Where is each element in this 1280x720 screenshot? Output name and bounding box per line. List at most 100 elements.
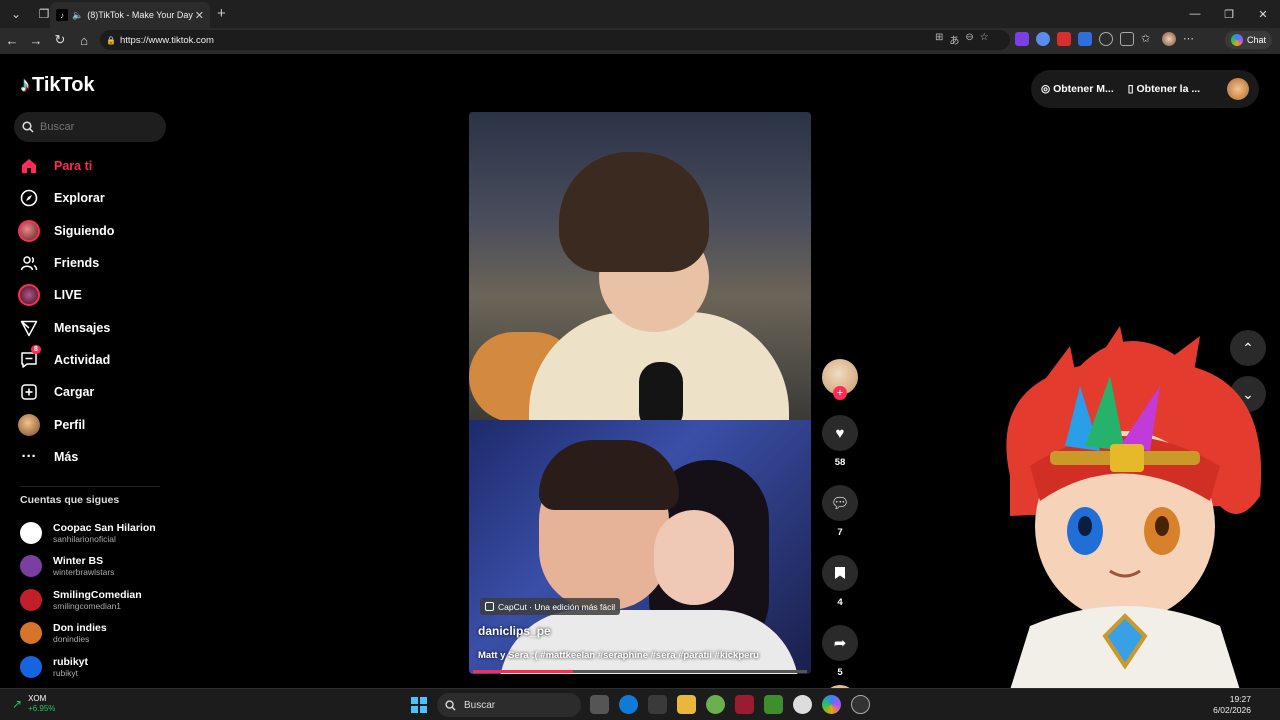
edge-icon[interactable] xyxy=(619,695,638,714)
video-author[interactable]: daniclips_pe xyxy=(478,624,551,638)
share-arrow-icon: ➦ xyxy=(833,635,847,652)
copilot-icon[interactable] xyxy=(822,695,841,714)
app-icon[interactable] xyxy=(706,695,725,714)
capcut-icon xyxy=(485,602,494,611)
search-box[interactable] xyxy=(14,112,166,142)
menu-item-actividad[interactable]: 8 Actividad xyxy=(16,344,166,376)
menu-item-siguiendo[interactable]: Siguiendo xyxy=(16,215,166,247)
taskbar-search[interactable]: Buscar xyxy=(437,693,581,717)
tiktok-note-icon: ♪ xyxy=(20,74,30,96)
system-clock[interactable]: 19:27 6/02/2026 xyxy=(1213,694,1251,716)
bookmark-icon xyxy=(835,567,845,579)
extensions-puzzle-icon[interactable] xyxy=(1120,32,1134,46)
forward-icon[interactable]: → xyxy=(24,33,48,48)
following-item[interactable]: Coopac San Hilarion sanhilarionoficial xyxy=(20,516,180,550)
address-bar[interactable]: 🔒 https://www.tiktok.com xyxy=(100,30,1010,50)
favorite-star-icon[interactable]: ☆ xyxy=(980,32,989,47)
get-coins-label: Obtener M... xyxy=(1053,83,1114,95)
extension-icon[interactable] xyxy=(1036,32,1050,46)
refresh-icon[interactable]: ↻ xyxy=(48,32,72,48)
close-window-icon[interactable]: ✕ xyxy=(1246,0,1280,28)
share-action: ➦ 5 xyxy=(822,625,858,679)
sidebar-divider xyxy=(20,486,160,487)
app-icon[interactable] xyxy=(793,695,812,714)
app-icon[interactable]: ⊞ xyxy=(935,32,943,47)
video-actions: + ♥ 58 💬︎ 7 4 ➦ 5 xyxy=(822,359,858,719)
account-name: Winter BS xyxy=(53,555,104,568)
send-icon xyxy=(16,315,42,341)
stock-symbol: XOM xyxy=(28,694,47,703)
hair-shape xyxy=(539,440,679,510)
minecraft-icon[interactable] xyxy=(764,695,783,714)
following-item[interactable]: SmilingComedian smilingcomedian1 xyxy=(20,583,180,617)
app-icon[interactable] xyxy=(851,695,870,714)
comment-count: 7 xyxy=(837,527,843,538)
browser-tab[interactable]: ♪ 🔈 (8)TikTok - Make Your Day ✕ xyxy=(50,2,210,28)
menu-item-cargar[interactable]: Cargar xyxy=(16,376,166,408)
translate-extension-icon[interactable] xyxy=(1078,32,1092,46)
extension-icon[interactable] xyxy=(1015,32,1029,46)
capcut-tag[interactable]: CapCut · Una edición más fácil xyxy=(480,598,621,615)
audio-playing-icon[interactable]: 🔈 xyxy=(72,10,83,21)
tab-list-icon[interactable]: ⌄ xyxy=(4,2,28,26)
comment-icon: 💬︎ xyxy=(830,495,850,512)
copilot-chat-button[interactable]: Chat xyxy=(1224,31,1272,49)
menu-item-para-ti[interactable]: Para ti xyxy=(16,150,166,182)
minimize-icon[interactable]: — xyxy=(1178,0,1212,28)
tiktok-logo[interactable]: ♪ TikTok xyxy=(20,74,95,97)
get-app-button[interactable]: ▯ Obtener la ... xyxy=(1128,83,1200,95)
menu-item-explorar[interactable]: Explorar xyxy=(16,182,166,214)
browser-tab-bar: ⌄ ❐ ♪ 🔈 (8)TikTok - Make Your Day ✕ + — … xyxy=(0,0,1280,28)
app-icon[interactable] xyxy=(735,695,754,714)
url-text: https://www.tiktok.com xyxy=(120,34,214,46)
save-button[interactable] xyxy=(822,555,858,591)
account-avatar xyxy=(20,521,42,544)
account-handle: rubikyt xyxy=(53,667,79,678)
address-bar-tools: ⊞ あ ⊖ ☆ xyxy=(935,32,989,47)
close-tab-icon[interactable]: ✕ xyxy=(195,9,204,22)
search-icon xyxy=(22,121,34,133)
menu-item-mensajes[interactable]: Mensajes xyxy=(16,311,166,343)
account-handle: donindies xyxy=(53,634,90,645)
following-item[interactable]: Don indies donindies xyxy=(20,617,180,651)
copilot-icon xyxy=(1230,34,1243,46)
home-icon xyxy=(16,153,42,179)
following-item[interactable]: rubikyt rubikyt xyxy=(20,650,180,684)
get-coins-button[interactable]: ◎ Obtener M... xyxy=(1041,83,1114,95)
follow-plus-icon[interactable]: + xyxy=(833,386,847,400)
extension-icon[interactable] xyxy=(1057,32,1071,46)
more-menu-icon[interactable]: ⋯ xyxy=(1183,32,1197,46)
profile-avatar[interactable] xyxy=(1162,32,1176,46)
creator-avatar[interactable]: + xyxy=(822,359,858,400)
home-browser-icon[interactable]: ⌂ xyxy=(72,33,96,48)
menu-item-live[interactable]: LIVE xyxy=(16,279,166,311)
menu-item-friends[interactable]: Friends xyxy=(16,247,166,279)
share-button[interactable]: ➦ xyxy=(822,625,858,661)
start-button[interactable] xyxy=(411,697,427,713)
taskbar-search-label: Buscar xyxy=(464,699,496,711)
user-avatar[interactable] xyxy=(1227,78,1249,100)
new-tab-button[interactable]: + xyxy=(217,5,226,22)
menu-item-perfil[interactable]: Perfil xyxy=(16,408,166,440)
back-icon[interactable]: ← xyxy=(0,33,24,48)
task-view-icon[interactable] xyxy=(590,695,609,714)
zoom-icon[interactable]: ⊖ xyxy=(965,32,973,47)
menu-label: LIVE xyxy=(54,288,82,303)
search-input[interactable] xyxy=(40,121,150,133)
comment-button[interactable]: 💬︎ xyxy=(822,485,858,521)
menu-label: Para ti xyxy=(54,159,93,174)
video-progress-bar[interactable] xyxy=(473,670,807,673)
like-button[interactable]: ♥ xyxy=(822,415,858,451)
file-explorer-icon[interactable] xyxy=(677,695,696,714)
store-icon[interactable] xyxy=(648,695,667,714)
following-item[interactable]: Winter BS winterbrawlstars xyxy=(20,550,180,584)
favorites-icon[interactable]: ✩ xyxy=(1141,32,1155,46)
restore-icon[interactable]: ❐ xyxy=(1212,0,1246,28)
menu-item-mas[interactable]: ··· Más xyxy=(16,441,166,473)
refresh-extension-icon[interactable] xyxy=(1099,32,1113,46)
stock-widget[interactable]: ↗ XOM +6.95% xyxy=(12,694,55,714)
video-player[interactable]: CapCut · Una edición más fácil daniclips… xyxy=(469,112,811,674)
translate-icon[interactable]: あ xyxy=(949,32,959,47)
activity-icon: 8 xyxy=(16,344,42,373)
menu-label: Actividad xyxy=(54,352,111,367)
